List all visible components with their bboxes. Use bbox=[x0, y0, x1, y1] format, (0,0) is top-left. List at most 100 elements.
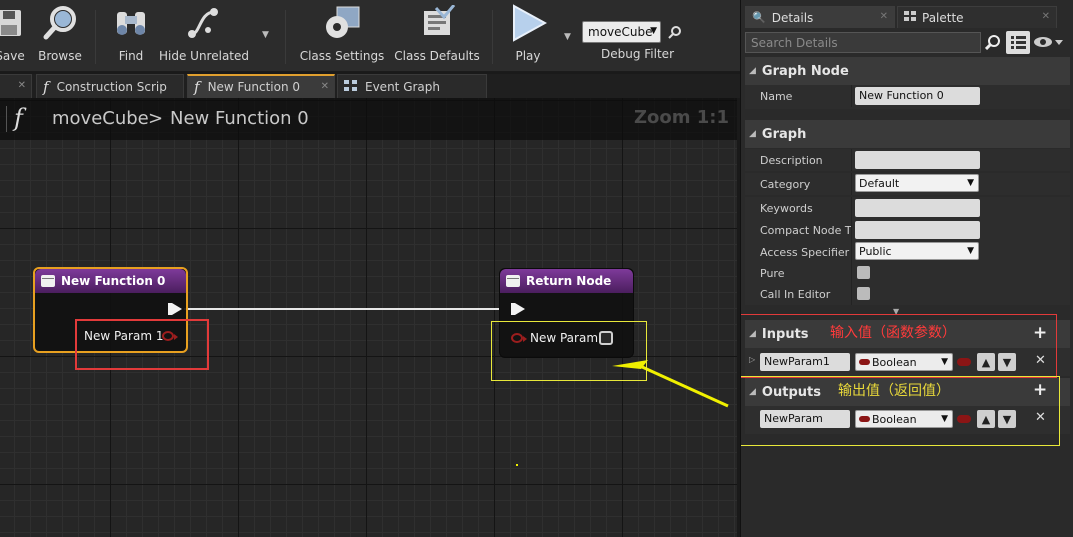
toolbar-separator bbox=[95, 10, 96, 64]
details-tab-bar: 🔍 Details ✕ Palette ✕ bbox=[741, 6, 1073, 28]
annotation-input-highlight bbox=[75, 319, 209, 370]
search-icon[interactable] bbox=[984, 34, 1001, 53]
binoculars-icon bbox=[111, 4, 151, 42]
close-icon[interactable]: ✕ bbox=[880, 11, 888, 22]
property-row-name: Name New Function 0 bbox=[745, 85, 1070, 109]
tab-details[interactable]: 🔍 Details ✕ bbox=[745, 6, 895, 28]
property-row-compact-title: Compact Node Tit bbox=[745, 219, 1070, 241]
tab-label: Event Graph bbox=[365, 79, 440, 94]
save-label: Save bbox=[0, 49, 25, 63]
tab-construction-script[interactable]: f Construction Scrip bbox=[36, 74, 184, 98]
graph-category[interactable]: ◢ Graph bbox=[745, 120, 1070, 148]
property-row-access-specifier: Access Specifier Public ▼ bbox=[745, 241, 1070, 263]
annotation-inputs-highlight bbox=[741, 314, 1057, 378]
column-divider bbox=[851, 219, 852, 241]
category-title: Graph Node bbox=[761, 63, 849, 79]
debug-object-select[interactable]: moveCube ▼ bbox=[582, 21, 661, 43]
category-label: Category bbox=[760, 178, 811, 191]
node-title-bar: Return Node bbox=[500, 269, 633, 293]
details-search-input[interactable]: Search Details bbox=[745, 32, 981, 53]
hide-unrelated-button[interactable]: Hide Unrelated bbox=[159, 4, 250, 68]
find-button[interactable]: Find bbox=[110, 4, 152, 68]
debug-filter-label: Debug Filter bbox=[601, 47, 674, 61]
close-icon[interactable]: ✕ bbox=[18, 80, 26, 91]
palette-icon bbox=[904, 10, 916, 25]
tab-details-label: Details bbox=[771, 10, 814, 25]
property-row-pure: Pure bbox=[745, 262, 1070, 284]
keywords-field[interactable] bbox=[855, 199, 980, 217]
function-node-icon bbox=[506, 275, 520, 287]
details-icon: 🔍 bbox=[752, 11, 766, 24]
tab-label: Construction Scrip bbox=[56, 79, 167, 94]
toolbar-separator bbox=[492, 10, 493, 64]
debug-object-value: moveCube bbox=[588, 25, 653, 39]
name-field[interactable]: New Function 0 bbox=[855, 87, 980, 105]
pure-checkbox[interactable] bbox=[857, 266, 870, 279]
function-icon: f bbox=[194, 78, 200, 96]
graph-icon bbox=[344, 79, 357, 94]
save-icon bbox=[0, 4, 30, 42]
play-button[interactable]: Play bbox=[505, 4, 551, 68]
property-row-call-in-editor: Call In Editor bbox=[745, 283, 1070, 305]
column-divider bbox=[851, 85, 852, 107]
close-icon[interactable]: ✕ bbox=[1042, 11, 1050, 22]
breadcrumb-blueprint[interactable]: moveCube bbox=[52, 108, 149, 129]
hide-unrelated-icon bbox=[184, 4, 224, 42]
breadcrumb-separator: > bbox=[148, 108, 164, 129]
browse-button[interactable]: Browse bbox=[38, 4, 82, 68]
breadcrumb-divider bbox=[6, 106, 7, 132]
tab-new-function-0[interactable]: f New Function 0 ✕ bbox=[187, 74, 335, 98]
node-title-bar: New Function 0 bbox=[35, 269, 186, 293]
column-divider bbox=[851, 197, 852, 219]
category-title: Graph bbox=[761, 126, 807, 142]
graph-node-category[interactable]: ◢ Graph Node bbox=[745, 57, 1070, 85]
function-node-icon bbox=[41, 275, 55, 287]
close-icon[interactable]: ✕ bbox=[321, 81, 329, 92]
document-tab-bar: ✕ f Construction Scrip f New Function 0 … bbox=[0, 74, 740, 98]
column-divider bbox=[851, 173, 852, 195]
access-specifier-label: Access Specifier bbox=[760, 246, 850, 259]
chevron-down-icon: ▼ bbox=[967, 246, 974, 256]
exec-input-pin[interactable] bbox=[511, 303, 525, 315]
chevron-down-icon: ▼ bbox=[967, 178, 974, 188]
visibility-eye-icon[interactable] bbox=[1034, 36, 1064, 51]
tab-palette[interactable]: Palette ✕ bbox=[897, 6, 1057, 28]
debug-search-icon[interactable] bbox=[668, 25, 682, 42]
tab-partial[interactable]: ✕ bbox=[0, 74, 32, 98]
category-value: Default bbox=[859, 177, 900, 190]
graph-breadcrumb-bar: f moveCube > New Function 0 Zoom 1:1 bbox=[0, 98, 737, 140]
play-options-dropdown-icon[interactable]: ▼ bbox=[564, 32, 571, 42]
details-panel: 🔍 Details ✕ Palette ✕ Search Details ◢ G… bbox=[740, 0, 1073, 537]
class-defaults-icon bbox=[417, 4, 457, 42]
class-settings-button[interactable]: Class Settings bbox=[300, 4, 384, 68]
save-button[interactable]: Save bbox=[0, 4, 32, 68]
tab-event-graph[interactable]: Event Graph bbox=[337, 74, 487, 98]
hide-unrelated-label: Hide Unrelated bbox=[159, 49, 250, 63]
view-options-list-icon[interactable] bbox=[1006, 31, 1030, 54]
annotation-output-highlight bbox=[491, 321, 647, 381]
browse-icon bbox=[40, 4, 80, 42]
function-icon: f bbox=[43, 77, 49, 96]
category-combo[interactable]: Default ▼ bbox=[855, 174, 979, 192]
play-label: Play bbox=[515, 49, 541, 63]
property-row-keywords: Keywords bbox=[745, 197, 1070, 219]
access-specifier-value: Public bbox=[859, 245, 892, 258]
access-specifier-combo[interactable]: Public ▼ bbox=[855, 242, 979, 260]
class-defaults-button[interactable]: Class Defaults bbox=[394, 4, 480, 68]
zoom-indicator: Zoom 1:1 bbox=[633, 107, 729, 128]
chevron-down-icon: ▼ bbox=[650, 26, 657, 36]
node-title: Return Node bbox=[526, 274, 612, 288]
name-label: Name bbox=[760, 90, 793, 103]
collapse-triangle-icon: ◢ bbox=[749, 66, 756, 76]
description-field[interactable] bbox=[855, 151, 980, 169]
hide-unrelated-dropdown-icon[interactable]: ▼ bbox=[262, 30, 269, 40]
call-in-editor-checkbox[interactable] bbox=[857, 287, 870, 300]
blueprint-graph-canvas[interactable]: f moveCube > New Function 0 Zoom 1:1 New… bbox=[0, 98, 737, 537]
toolbar-separator bbox=[285, 10, 286, 64]
details-empty-area bbox=[745, 446, 1070, 537]
compact-title-label: Compact Node Tit bbox=[760, 224, 852, 237]
compact-title-field[interactable] bbox=[855, 221, 980, 239]
breadcrumb-function[interactable]: New Function 0 bbox=[170, 108, 309, 129]
exec-output-pin[interactable] bbox=[168, 303, 182, 315]
property-row-category: Category Default ▼ bbox=[745, 173, 1070, 195]
